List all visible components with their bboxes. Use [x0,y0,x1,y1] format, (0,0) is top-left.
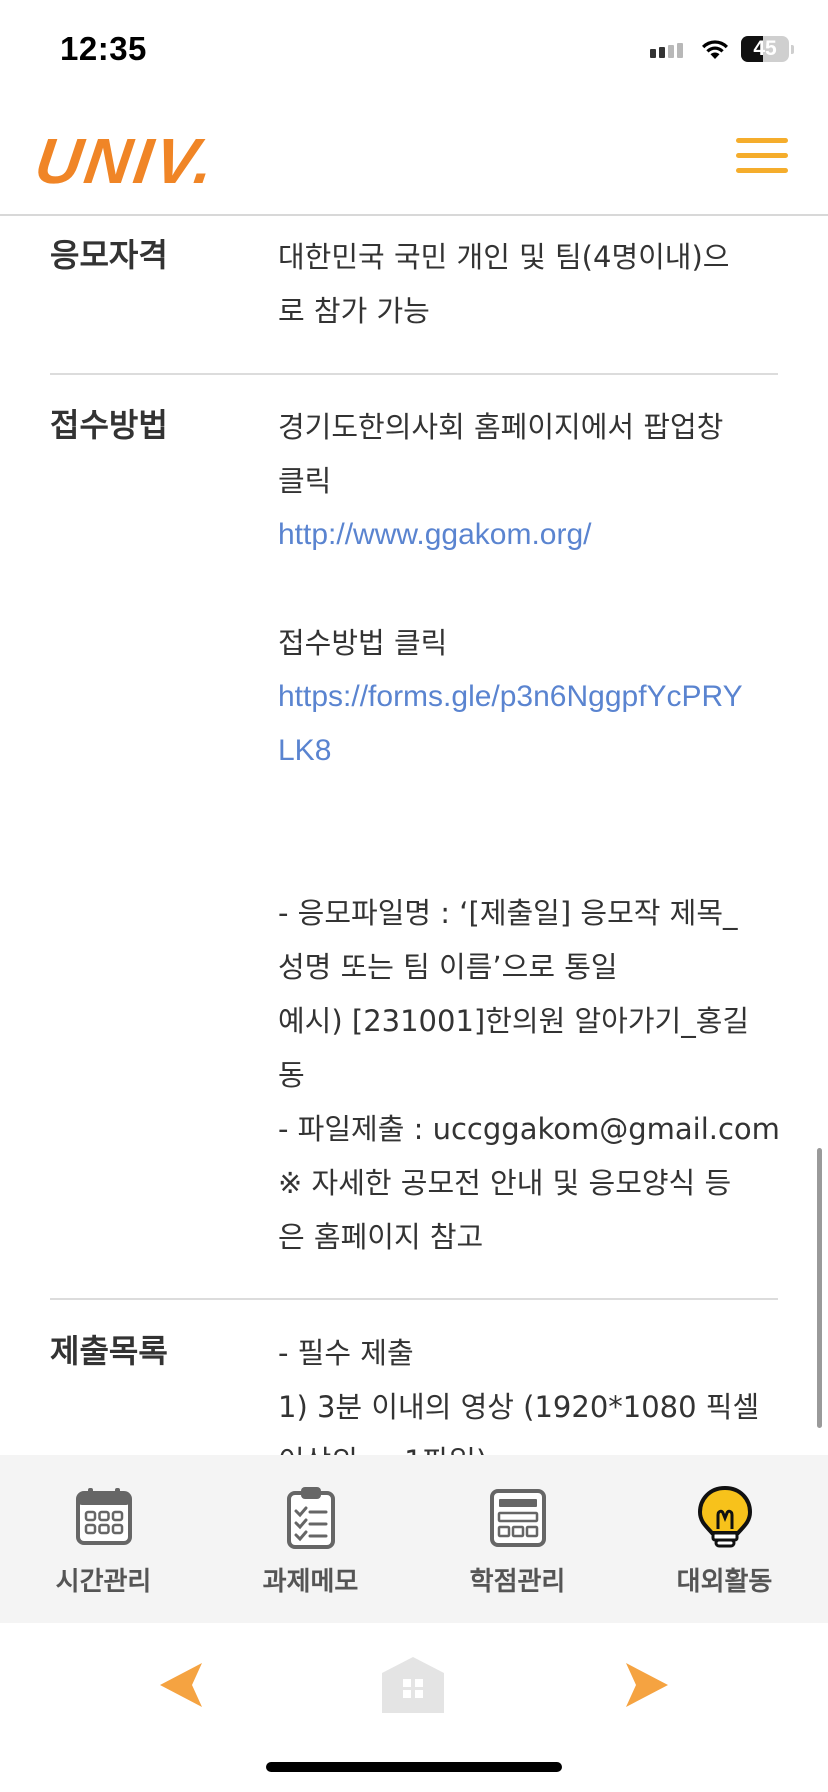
bottom-tab-bar: 시간관리 과제메모 학점관리 대외활동 [0,1455,828,1623]
tab-assignment-memo[interactable]: 과제메모 [207,1455,414,1623]
tab-external-activities[interactable]: 대외활동 [621,1455,828,1623]
battery-level: 45 [753,37,777,60]
row-text-line: - 필수 제출 [278,1336,414,1370]
vertical-scrollbar[interactable] [817,1148,822,1428]
row-text-line: - 응모파일명 : ‘[제출일] 응모작 제목_ [278,896,738,930]
row-value: 경기도한의사회 홈페이지에서 팝업창 클릭 http://www.ggakom.… [278,400,783,1264]
lightbulb-icon [697,1485,752,1548]
tab-time-management[interactable]: 시간관리 [0,1455,207,1623]
status-bar: 12:35 45 [0,0,828,100]
row-text-line: 은 홈페이지 참고 [278,1220,484,1254]
row-text-line: 성명 또는 팀 이름’으로 통일 [278,950,618,984]
row-label: 응모자격 [50,236,168,274]
home-icon[interactable] [380,1655,446,1713]
app-screen: 12:35 45 UNIV. 응모자격 대한민국 국민 개인 및 팀(4명이내)… [0,0,828,1792]
row-text-line: - 파일제출 : uccggakom@gmail.com [278,1112,780,1146]
row-text-line: 이상의 ... 1파일) [278,1434,783,1455]
row-text-line: 로 참가 가능 [278,294,430,328]
hamburger-menu-icon[interactable] [736,136,790,176]
tab-label: 대외활동 [676,1567,773,1597]
app-header: UNIV. [0,100,828,216]
status-indicators: 45 [650,34,794,64]
row-value: 대한민국 국민 개인 및 팀(4명이내)으 로 참가 가능 [278,230,783,338]
row-divider [50,1298,778,1300]
clipboard-checklist-icon [286,1487,335,1549]
app-logo[interactable]: UNIV. [31,124,221,198]
cellular-signal-icon [650,40,683,58]
home-indicator[interactable] [266,1762,562,1772]
wifi-icon [702,40,728,59]
forms-link-continued[interactable]: LK8 [278,724,783,778]
tab-label: 과제메모 [262,1567,359,1597]
tab-grade-management[interactable]: 학점관리 [414,1455,621,1623]
row-text-line: 클릭 [278,464,332,498]
row-divider [50,373,778,375]
row-text-line: 대한민국 국민 개인 및 팀(4명이내)으 [278,240,730,274]
row-value: - 필수 제출 1) 3분 이내의 영상 (1920*1080 픽셀 이상의 .… [278,1326,783,1455]
arrow-right-icon[interactable] [624,1661,670,1709]
battery-cap [791,44,794,54]
status-time: 12:35 [60,30,147,67]
tab-label: 시간관리 [55,1567,152,1597]
arrow-left-icon[interactable] [158,1661,204,1709]
homepage-link[interactable]: http://www.ggakom.org/ [278,508,783,562]
row-text-line: 1) 3분 이내의 영상 (1920*1080 픽셀 [278,1390,760,1424]
detail-content[interactable]: 응모자격 대한민국 국민 개인 및 팀(4명이내)으 로 참가 가능 접수방법 … [0,218,828,1455]
tab-label: 학점관리 [469,1567,566,1597]
grade-table-icon [489,1489,546,1547]
row-text-line: ※ 자세한 공모전 안내 및 응모양식 등 [278,1166,732,1200]
row-label: 제출목록 [50,1332,168,1370]
row-label: 접수방법 [50,406,168,444]
row-text-line: 예시) [231001]한의원 알아가기_홍길 [278,1004,750,1038]
battery-icon: 45 [741,36,789,62]
calendar-icon [75,1488,132,1545]
row-text-line: 접수방법 클릭 [278,626,448,660]
row-text-line: 경기도한의사회 홈페이지에서 팝업창 [278,410,724,444]
forms-link[interactable]: https://forms.gle/p3n6NggpfYcPRY [278,670,783,724]
row-text-line: 동 [278,1058,305,1092]
